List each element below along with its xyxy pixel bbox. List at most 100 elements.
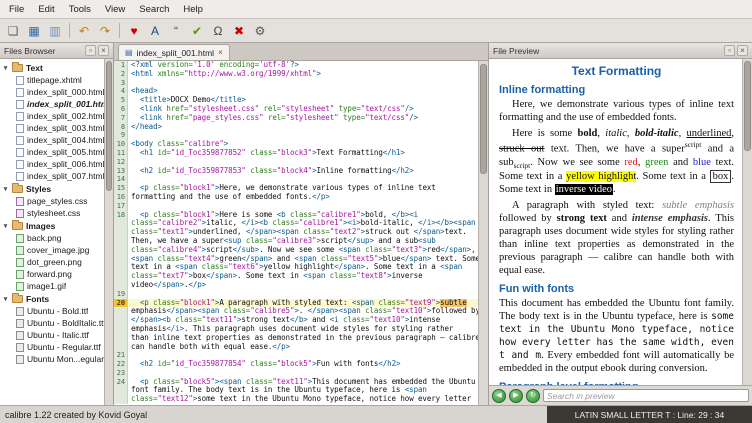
toolbar-smarten-punctuation-button[interactable]: “ bbox=[166, 21, 186, 40]
code-row[interactable]: class="text12">some text in the Ubuntu M… bbox=[114, 395, 478, 404]
file-item[interactable]: index_split_004.html bbox=[0, 134, 104, 146]
code-row[interactable]: 13 <h2 id="id_Toc359877853" class="block… bbox=[114, 167, 478, 176]
code-row[interactable]: 22 <h2 id="id_Toc359877854" class="block… bbox=[114, 360, 478, 369]
toolbar-undo-button[interactable]: ↶ bbox=[74, 21, 94, 40]
tab-close-icon[interactable]: × bbox=[218, 48, 223, 57]
code-row[interactable]: than inline text properties as demonstra… bbox=[114, 334, 478, 343]
code-row[interactable]: video</span>.</p> bbox=[114, 281, 478, 290]
code-row[interactable]: can handle both with equal ease.</p> bbox=[114, 343, 478, 352]
file-item[interactable]: stylesheet.css bbox=[0, 207, 104, 219]
code-row[interactable]: 24 <p class="block5"><span class="text11… bbox=[114, 378, 478, 387]
code-row[interactable]: 15 <p class="block1">Here, we demonstrat… bbox=[114, 184, 478, 193]
code-row[interactable]: 17 bbox=[114, 202, 478, 211]
preview-forward-button[interactable]: ▶ bbox=[509, 389, 523, 403]
toolbar-remove-unused-button[interactable]: ✖ bbox=[229, 21, 249, 40]
code-row[interactable]: 4<head> bbox=[114, 87, 478, 96]
file-item[interactable]: Ubuntu - BoldItalic.ttf bbox=[0, 317, 104, 329]
code-row[interactable]: 14 bbox=[114, 175, 478, 184]
code-row[interactable]: 2<html xmlns="http://www.w3.org/1999/xht… bbox=[114, 70, 478, 79]
editor-scrollbar-thumb[interactable] bbox=[480, 64, 487, 174]
menu-item-tools[interactable]: Tools bbox=[62, 2, 98, 17]
file-item[interactable]: index_split_002.html bbox=[0, 110, 104, 122]
code-editor[interactable]: 1<?xml version='1.0' encoding='utf-8'?>2… bbox=[114, 61, 488, 405]
code-row[interactable]: 3 bbox=[114, 79, 478, 88]
file-item[interactable]: titlepage.xhtml bbox=[0, 74, 104, 86]
code-row[interactable]: class="calibre4">script</sub>. Now we se… bbox=[114, 246, 478, 255]
preview-search-input[interactable] bbox=[543, 389, 749, 402]
files-scrollbar[interactable] bbox=[104, 59, 113, 405]
preview-back-button[interactable]: ◀ bbox=[492, 389, 506, 403]
file-item[interactable]: dot_green.png bbox=[0, 256, 104, 268]
code-row[interactable]: font family. The body text is in the Ubu… bbox=[114, 386, 478, 395]
toolbar-save-copy-button[interactable]: ▥ bbox=[45, 21, 65, 40]
file-item[interactable]: Ubuntu - Bold.ttf bbox=[0, 305, 104, 317]
files-scrollbar-thumb[interactable] bbox=[106, 61, 112, 191]
editor-scrollbar[interactable] bbox=[478, 61, 488, 405]
toolbar-new-file-button[interactable]: ❏ bbox=[3, 21, 23, 40]
code-row[interactable]: <span class="text4">green</span> and <sp… bbox=[114, 255, 478, 264]
code-row[interactable]: 12 bbox=[114, 158, 478, 167]
files-section-fonts[interactable]: ▾Fonts bbox=[0, 292, 104, 305]
menu-item-search[interactable]: Search bbox=[132, 2, 176, 17]
code-row[interactable]: 18 <p class="block1">Here is some <b cla… bbox=[114, 211, 478, 220]
code-row[interactable]: emphasis</span><span class="calibre5">. … bbox=[114, 307, 478, 316]
code-row[interactable]: class="text1">underlined, </span><span c… bbox=[114, 228, 478, 237]
float-panel-icon[interactable]: ▫ bbox=[85, 45, 96, 56]
preview-scrollbar[interactable] bbox=[742, 59, 752, 385]
code-row[interactable]: class="text7">box</span>. Some text in <… bbox=[114, 272, 478, 281]
code-row[interactable]: class="calibre2">italic, </i><b class="c… bbox=[114, 219, 478, 228]
file-item[interactable]: index_split_005.html bbox=[0, 146, 104, 158]
code-row[interactable]: 9 bbox=[114, 131, 478, 140]
toolbar-insert-special-character-button[interactable]: Ω bbox=[208, 21, 228, 40]
code-row[interactable]: 16formatting and the use of embedded fon… bbox=[114, 193, 478, 202]
file-item[interactable]: index_split_001.html bbox=[0, 98, 104, 110]
code-row[interactable]: 8</head> bbox=[114, 123, 478, 132]
toolbar-donate-button[interactable]: ♥ bbox=[124, 21, 144, 40]
file-item[interactable]: Ubuntu - Regular.ttf bbox=[0, 341, 104, 353]
file-item[interactable]: index_split_007.html bbox=[0, 170, 104, 182]
toolbar-save-book-button[interactable]: ▦ bbox=[24, 21, 44, 40]
code-row[interactable]: 7 <link href="page_styles.css" rel="styl… bbox=[114, 114, 478, 123]
file-item[interactable]: Ubuntu - Italic.ttf bbox=[0, 329, 104, 341]
code-row[interactable]: 6 <link href="stylesheet.css" rel="style… bbox=[114, 105, 478, 114]
file-item[interactable]: index_split_006.html bbox=[0, 158, 104, 170]
file-item[interactable]: index_split_000.html bbox=[0, 86, 104, 98]
preview-scrollbar-thumb[interactable] bbox=[744, 61, 751, 151]
toolbar-preferences-button[interactable]: ⚙ bbox=[250, 21, 270, 40]
code-row[interactable]: 23 bbox=[114, 369, 478, 378]
code-row[interactable]: emphasis</i>. This paragraph uses docume… bbox=[114, 325, 478, 334]
file-item[interactable]: cover_image.jpg bbox=[0, 244, 104, 256]
code-row[interactable]: text in a <span class="text6">yellow hig… bbox=[114, 263, 478, 272]
file-item[interactable]: back.png bbox=[0, 232, 104, 244]
code-row[interactable]: 19 bbox=[114, 290, 478, 299]
code-row[interactable]: </span><b class="text11">strong text</b>… bbox=[114, 316, 478, 325]
code-row[interactable]: 11 <h1 id="id_Toc359877852" class="block… bbox=[114, 149, 478, 158]
toolbar-redo-button[interactable]: ↷ bbox=[95, 21, 115, 40]
menu-item-edit[interactable]: Edit bbox=[31, 2, 61, 17]
code-row[interactable]: 1<?xml version='1.0' encoding='utf-8'?> bbox=[114, 61, 478, 70]
files-section-text[interactable]: ▾Text bbox=[0, 61, 104, 74]
line-number: 17 bbox=[114, 202, 128, 211]
code-row[interactable]: Then, we have a super<sup class="calibre… bbox=[114, 237, 478, 246]
toolbar-embed-fonts-button[interactable]: A bbox=[145, 21, 165, 40]
code-row[interactable]: 20 <p class="block1">A paragraph with st… bbox=[114, 299, 478, 308]
close-panel-icon[interactable]: × bbox=[98, 45, 109, 56]
tab-index-split-001[interactable]: ▤ index_split_001.html × bbox=[118, 44, 230, 60]
code-row[interactable]: 10<body class="calibre"> bbox=[114, 140, 478, 149]
file-item[interactable]: Ubuntu Mon...egular.ttf bbox=[0, 353, 104, 365]
file-item[interactable]: index_split_003.html bbox=[0, 122, 104, 134]
files-section-styles[interactable]: ▾Styles bbox=[0, 182, 104, 195]
menu-item-help[interactable]: Help bbox=[176, 2, 210, 17]
menu-item-file[interactable]: File bbox=[2, 2, 31, 17]
files-section-images[interactable]: ▾Images bbox=[0, 219, 104, 232]
file-item[interactable]: forward.png bbox=[0, 268, 104, 280]
code-row[interactable]: 21 bbox=[114, 351, 478, 360]
close-panel-icon[interactable]: × bbox=[737, 45, 748, 56]
file-item[interactable]: page_styles.css bbox=[0, 195, 104, 207]
menu-item-view[interactable]: View bbox=[98, 2, 132, 17]
file-item[interactable]: image1.gif bbox=[0, 280, 104, 292]
toolbar-spell-check-button[interactable]: ✔ bbox=[187, 21, 207, 40]
code-row[interactable]: 5 <title>DOCX Demo</title> bbox=[114, 96, 478, 105]
float-panel-icon[interactable]: ▫ bbox=[724, 45, 735, 56]
preview-refresh-button[interactable]: ↻ bbox=[526, 389, 540, 403]
